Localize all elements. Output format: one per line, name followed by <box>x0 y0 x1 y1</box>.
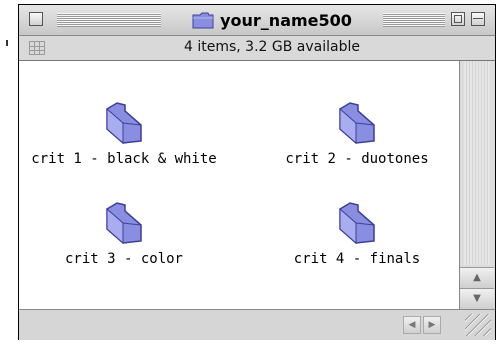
zoom-box-button[interactable] <box>451 12 465 26</box>
status-text: 4 items, 3.2 GB available <box>184 39 360 55</box>
folder-item-crit-4[interactable]: crit 4 - finals <box>259 199 455 267</box>
left-arrow-icon: ◀ <box>408 320 416 330</box>
folder-icon <box>192 12 214 29</box>
title-bar[interactable]: your_name500 <box>19 5 495 36</box>
close-box-button[interactable] <box>29 12 43 26</box>
info-bar: 4 items, 3.2 GB available <box>19 36 495 61</box>
scroll-track[interactable] <box>464 61 490 265</box>
scroll-up-button[interactable]: ▲ <box>460 267 494 288</box>
content-area: crit 1 - black & white crit 2 - duotones… <box>19 61 460 309</box>
scroll-down-button[interactable]: ▼ <box>460 288 494 309</box>
scroll-left-button[interactable]: ◀ <box>403 316 421 334</box>
scroll-right-button[interactable]: ▶ <box>423 316 441 334</box>
up-arrow-icon: ▲ <box>473 272 481 283</box>
folder-icon <box>106 202 142 245</box>
desktop-mark <box>6 40 8 46</box>
folder-item-label: crit 2 - duotones <box>285 151 429 167</box>
folder-icon <box>339 102 375 145</box>
folder-icon <box>106 102 142 145</box>
title-stripes-right <box>383 13 445 27</box>
folder-item-crit-2[interactable]: crit 2 - duotones <box>259 99 455 167</box>
horizontal-scrollbar[interactable]: ◀ ▶ <box>19 309 495 340</box>
vertical-scrollbar[interactable]: ▲ ▼ <box>460 61 495 309</box>
window-title-text: your_name500 <box>220 10 352 30</box>
title-stripes-left <box>57 13 161 27</box>
folder-item-label: crit 3 - color <box>64 251 183 267</box>
folder-item-crit-3[interactable]: crit 3 - color <box>21 199 227 267</box>
collapse-box-button[interactable] <box>471 12 485 26</box>
folder-item-crit-1[interactable]: crit 1 - black & white <box>21 99 227 167</box>
view-grid-icon <box>29 41 45 55</box>
resize-grip-icon[interactable] <box>465 314 491 336</box>
window-title: your_name500 <box>165 9 379 31</box>
finder-window: your_name500 4 items, 3.2 GB available c… <box>18 4 496 340</box>
folder-item-label: crit 4 - finals <box>293 251 421 267</box>
right-arrow-icon: ▶ <box>428 320 436 330</box>
folder-item-label: crit 1 - black & white <box>31 151 217 167</box>
down-arrow-icon: ▼ <box>473 293 481 304</box>
folder-icon <box>339 202 375 245</box>
